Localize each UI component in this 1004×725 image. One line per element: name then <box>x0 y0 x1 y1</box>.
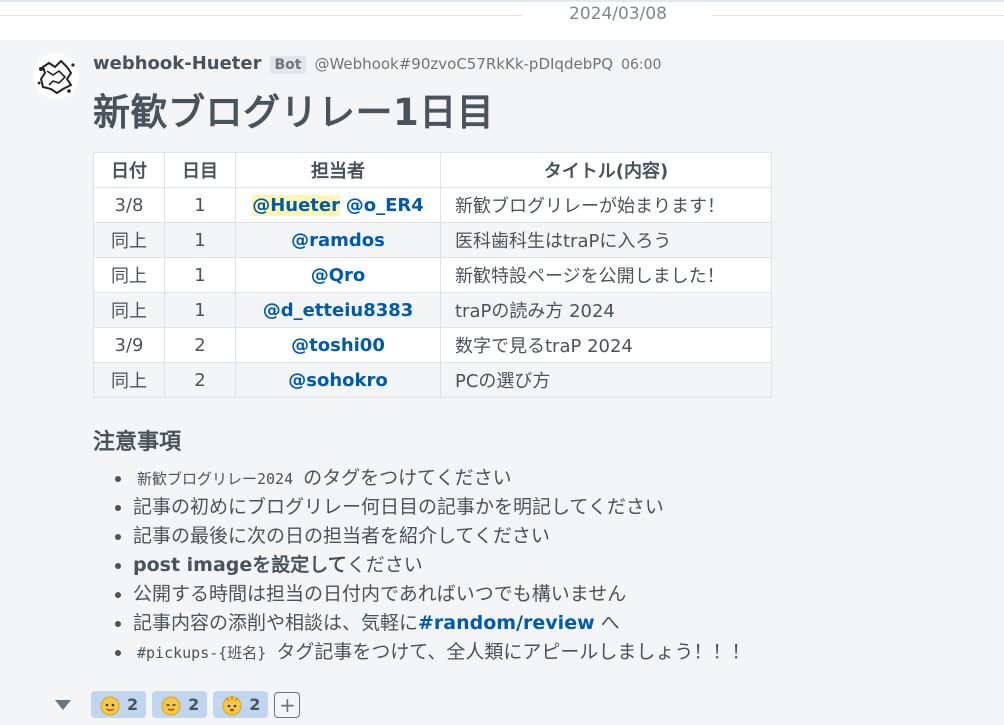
stamp-button[interactable]: 2 <box>152 691 208 718</box>
list-item-bold-text: post imageを設定して <box>133 554 347 576</box>
column-header-assignee: 担当者 <box>235 152 441 188</box>
user-mention[interactable]: @sohokro <box>288 370 387 391</box>
cell-assignee: @sohokro <box>235 362 441 398</box>
message: webhook-Hueter Bot @Webhook#90zvoC57RkKk… <box>0 40 1004 725</box>
yellow-face-stamp-icon <box>222 695 242 715</box>
inline-code: 新歓ブログリレー2024 <box>137 470 294 488</box>
notes-heading: 注意事項 <box>93 430 182 455</box>
list-item-text: ください <box>346 554 423 576</box>
date-separator-line-left <box>0 15 522 16</box>
user-mention[interactable]: @d_etteiu8383 <box>263 300 414 321</box>
user-mention[interactable]: @Qro <box>311 265 366 286</box>
channel-link[interactable]: #random/review <box>418 612 595 634</box>
list-item: 記事の最後に次の日の担当者を紹介してください <box>93 522 750 551</box>
list-item-text: のタグをつけてください <box>297 467 512 489</box>
cell-title: 医科歯科生はtraPに入ろう <box>440 222 772 258</box>
list-item: #pickups-{班名} タグ記事をつけて、全人類にアピールしましょう！！！ <box>93 638 750 667</box>
message-header: webhook-Hueter Bot @Webhook#90zvoC57RkKk… <box>93 53 661 77</box>
cell-day: 1 <box>164 292 236 328</box>
date-separator-label: 2024/03/08 <box>569 4 667 24</box>
user-mention[interactable]: @toshi00 <box>291 335 385 356</box>
cell-assignee: @ramdos <box>235 222 441 258</box>
list-item-text: 公開する時間は担当の日付内であればいつでも構いません <box>133 583 627 605</box>
stamp-button[interactable]: 2 <box>213 691 269 718</box>
stamp-toggle-caret-icon[interactable] <box>55 699 71 710</box>
avatar-image <box>34 54 78 98</box>
cell-assignee: @Hueter @o_ER4 <box>235 187 441 223</box>
cell-day: 1 <box>164 257 236 293</box>
cell-date: 同上 <box>93 222 165 258</box>
cell-date: 同上 <box>93 292 165 328</box>
list-item-text: 記事の最後に次の日の担当者を紹介してください <box>133 525 550 547</box>
stamp-count: 2 <box>127 695 139 714</box>
table-row: 同上 1 @Qro 新歓特設ページを公開しました！ <box>93 257 772 293</box>
date-separator: 2024/03/08 <box>0 0 1004 40</box>
schedule-table: 日付 日目 担当者 タイトル(内容) 3/8 1 @Hueter @o_ER4 … <box>93 152 772 398</box>
list-item: 新歓ブログリレー2024 のタグをつけてください <box>93 464 750 493</box>
column-header-date: 日付 <box>93 152 165 188</box>
yellow-face-stamp-icon <box>161 696 181 715</box>
cell-date: 同上 <box>93 362 165 398</box>
stamp-count: 2 <box>249 695 261 714</box>
cell-date: 3/8 <box>93 187 165 223</box>
cell-date: 3/9 <box>93 327 165 363</box>
table-row: 同上 2 @sohokro PCの選び方 <box>93 362 772 398</box>
user-mention[interactable]: @Hueter <box>252 194 340 216</box>
bot-tag: Bot <box>269 56 307 74</box>
list-item: 公開する時間は担当の日付内であればいつでも構いません <box>93 580 750 609</box>
table-row: 同上 1 @ramdos 医科歯科生はtraPに入ろう <box>93 222 772 258</box>
stamp-button[interactable]: 2 <box>91 691 147 718</box>
user-mention[interactable]: @o_ER4 <box>346 195 424 216</box>
add-stamp-button[interactable]: + <box>274 691 301 718</box>
list-item: 記事内容の添削や相談は、気軽に#random/review へ <box>93 609 750 638</box>
cell-assignee: @toshi00 <box>235 327 441 363</box>
date-separator-line-right <box>712 15 1004 16</box>
inline-code: #pickups-{班名} <box>137 644 267 662</box>
column-header-day: 日目 <box>164 152 236 188</box>
table-row: 3/8 1 @Hueter @o_ER4 新歓ブログリレーが始まります！ <box>93 187 772 223</box>
column-header-title: タイトル(内容) <box>440 152 772 188</box>
table-row: 3/9 2 @toshi00 数字で見るtraP 2024 <box>93 327 772 363</box>
table-header-row: 日付 日目 担当者 タイトル(内容) <box>93 152 772 188</box>
list-item-text: 記事の初めにブログリレー何日目の記事かを明記してください <box>133 496 664 518</box>
user-mention[interactable]: @ramdos <box>291 230 385 251</box>
author-name[interactable]: webhook-Hueter <box>93 53 262 74</box>
cell-title: PCの選び方 <box>440 362 772 398</box>
list-item: post imageを設定してください <box>93 551 750 580</box>
cell-assignee: @d_etteiu8383 <box>235 292 441 328</box>
author-handle: @Webhook#90zvoC57RkKk-pDIqdebPQ <box>314 55 614 73</box>
list-item-text: 記事内容の添削や相談は、気軽に <box>133 612 419 634</box>
list-item-text: へ <box>594 612 620 634</box>
cell-day: 1 <box>164 187 236 223</box>
cell-title: 数字で見るtraP 2024 <box>440 327 772 363</box>
message-time: 06:00 <box>621 57 662 73</box>
cell-day: 1 <box>164 222 236 258</box>
cell-assignee: @Qro <box>235 257 441 293</box>
cell-title: 新歓特設ページを公開しました！ <box>440 257 772 293</box>
cell-date: 同上 <box>93 257 165 293</box>
notes-list: 新歓ブログリレー2024 のタグをつけてください 記事の初めにブログリレー何日目… <box>93 464 750 667</box>
list-item-text: タグ記事をつけて、全人類にアピールしましょう！！！ <box>270 641 751 663</box>
message-title: 新歓ブログリレー1日目 <box>93 91 495 134</box>
stamp-count: 2 <box>188 695 200 714</box>
list-item: 記事の初めにブログリレー何日目の記事かを明記してください <box>93 493 750 522</box>
stamp-bar: 2 2 2 + <box>53 691 301 718</box>
table-row: 同上 1 @d_etteiu8383 traPの読み方 2024 <box>93 292 772 328</box>
cell-day: 2 <box>164 327 236 363</box>
cell-day: 2 <box>164 362 236 398</box>
avatar[interactable] <box>33 53 79 99</box>
yellow-face-stamp-icon <box>100 696 120 715</box>
cell-title: traPの読み方 2024 <box>440 292 772 328</box>
cell-title: 新歓ブログリレーが始まります！ <box>440 187 772 223</box>
